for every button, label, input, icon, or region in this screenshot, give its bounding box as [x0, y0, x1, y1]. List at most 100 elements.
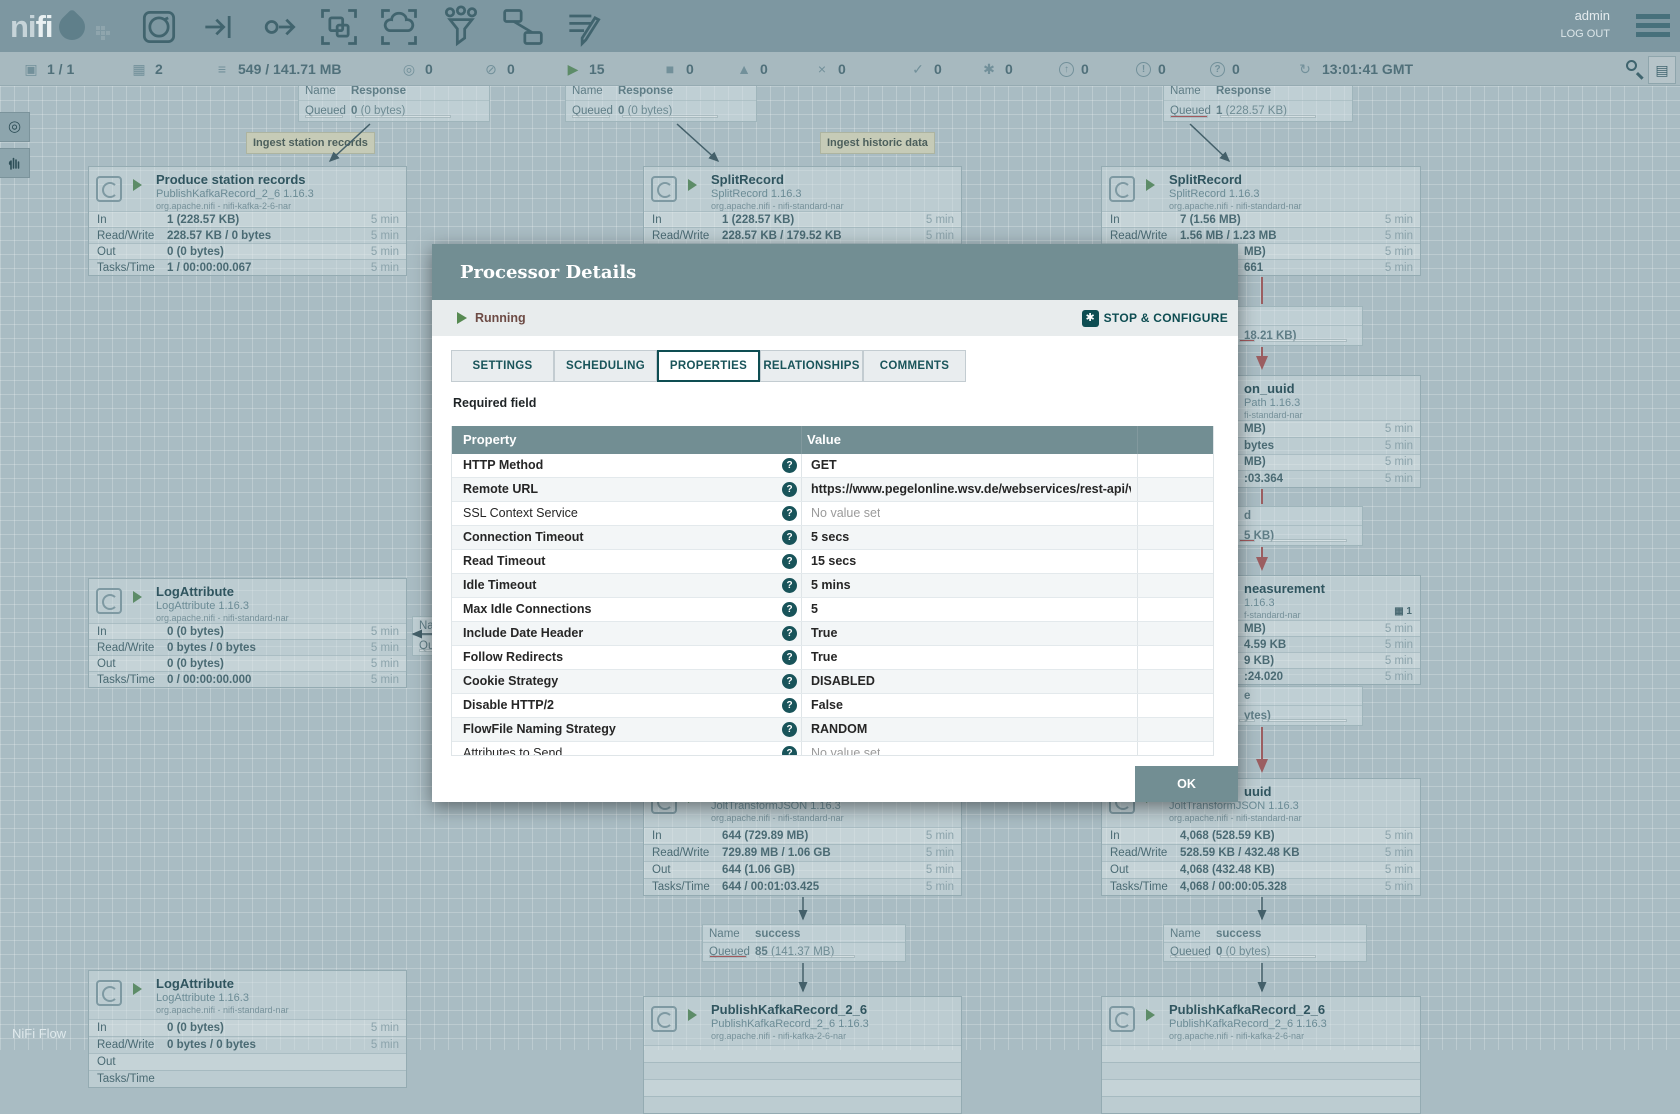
processor-type: PublishKafkaRecord_2_6 1.16.3 — [711, 1018, 869, 1030]
label-icon[interactable] — [562, 5, 606, 49]
search-icon[interactable] — [1624, 58, 1646, 80]
processor-stat-row: Read/Write1.56 MB / 1.23 MB5 min — [1102, 227, 1420, 243]
help-icon[interactable]: ? — [782, 746, 797, 756]
help-icon[interactable]: ? — [782, 626, 797, 641]
status-transmitting: ◎ 0 — [400, 52, 433, 86]
property-value[interactable]: No value set — [811, 506, 880, 520]
cluster-badge: ▦ 1 — [1394, 606, 1412, 617]
logo-dots — [96, 26, 110, 40]
property-value[interactable]: GET — [811, 458, 837, 472]
remote-process-group-icon[interactable] — [377, 5, 421, 49]
up-to-date-icon: ✓ — [909, 61, 927, 78]
status-value: 0 — [1232, 61, 1240, 77]
help-icon[interactable]: ? — [782, 650, 797, 665]
funnel-icon[interactable] — [439, 5, 483, 49]
processor-name: PublishKafkaRecord_2_6 — [1169, 1002, 1325, 1017]
help-icon[interactable]: ? — [782, 674, 797, 689]
help-icon[interactable]: ? — [782, 722, 797, 737]
tab-scheduling[interactable]: SCHEDULING — [554, 350, 657, 382]
status-value: 0 — [838, 61, 846, 77]
status-value: 1 / 1 — [47, 61, 74, 77]
tab-comments[interactable]: COMMENTS — [863, 350, 966, 382]
tab-relationships[interactable]: RELATIONSHIPS — [760, 350, 863, 382]
processor-name: uuid — [1244, 784, 1271, 799]
queued-count-bar — [572, 115, 610, 118]
help-icon[interactable]: ? — [782, 554, 797, 569]
property-name: Include Date Header — [463, 626, 583, 640]
processor-log-attribute-mid[interactable]: LogAttribute LogAttribute 1.16.3 org.apa… — [88, 578, 407, 688]
connection-label-l2[interactable]: NameResponse Queued0 (0 bytes) — [565, 80, 757, 122]
label-ingest-station-records[interactable]: Ingest station records — [246, 132, 375, 154]
run-indicator-icon — [133, 591, 142, 603]
connection-queued-row: Queued85 (141.37 MB) — [703, 943, 905, 961]
property-value[interactable]: No value set — [811, 746, 880, 756]
processor-log-attribute-bottom[interactable]: LogAttribute LogAttribute 1.16.3 org.apa… — [88, 970, 407, 1088]
status-threads: ▦ 2 — [130, 52, 163, 86]
property-value[interactable]: True — [811, 650, 837, 664]
help-icon[interactable]: ? — [782, 458, 797, 473]
ok-button[interactable]: OK — [1135, 766, 1238, 802]
connection-queued-row: Queued0 (0 bytes) — [299, 101, 489, 121]
processor-stat-row: Read/Write0 bytes / 0 bytes5 min — [89, 639, 406, 655]
label-ingest-historic-data[interactable]: Ingest historic data — [820, 132, 935, 154]
property-value[interactable]: False — [811, 698, 843, 712]
not-transmitting-icon: ⊘ — [482, 61, 500, 78]
cluster-icon: ▣ — [22, 61, 40, 78]
processor-publish-kafka-center[interactable]: PublishKafkaRecord_2_6 PublishKafkaRecor… — [643, 996, 962, 1114]
property-value[interactable]: True — [811, 626, 837, 640]
logout-link[interactable]: LOG OUT — [1560, 28, 1610, 40]
status-value: 549 / 141.71 MB — [238, 61, 342, 77]
disabled-icon: × — [813, 61, 831, 77]
connection-label-l3[interactable]: NameResponse Queued1 (228.57 KB) — [1163, 80, 1353, 122]
property-name: Read Timeout — [463, 554, 545, 568]
property-value[interactable]: 5 — [811, 602, 818, 616]
help-icon[interactable]: ? — [782, 602, 797, 617]
processor-icon[interactable] — [137, 5, 181, 49]
property-value[interactable]: DISABLED — [811, 674, 875, 688]
processor-type: 1.16.3 — [1244, 597, 1275, 609]
app-header: nifi admin LOG OUT — [0, 0, 1680, 52]
tab-settings[interactable]: SETTINGS — [451, 350, 554, 382]
help-icon[interactable]: ? — [782, 482, 797, 497]
output-port-icon[interactable] — [257, 5, 301, 49]
navigate-palette-button[interactable]: ◎ — [0, 112, 30, 142]
connection-label-l1[interactable]: NameResponse Queued0 (0 bytes) — [298, 80, 490, 122]
tab-properties[interactable]: PROPERTIES — [657, 350, 760, 382]
connection-label-l4[interactable]: Namesuccess Queued85 (141.37 MB) — [702, 924, 906, 962]
refresh-icon[interactable]: ↻ — [1296, 61, 1314, 78]
property-value[interactable]: RANDOM — [811, 722, 867, 736]
bulletin-board-button[interactable]: ▤ — [1648, 56, 1676, 84]
status-value: 0 — [1081, 61, 1089, 77]
processor-stat-row: In0 (0 bytes)5 min — [89, 1019, 406, 1036]
required-field-label: Required field — [453, 396, 536, 410]
help-icon[interactable]: ? — [782, 698, 797, 713]
help-icon[interactable]: ? — [782, 506, 797, 521]
property-value[interactable]: 5 mins — [811, 578, 851, 592]
operate-palette-button[interactable] — [0, 148, 30, 178]
processor-bundle: org.apache.nifi - nifi-standard-nar — [1169, 813, 1302, 823]
help-icon[interactable]: ? — [782, 578, 797, 593]
process-group-icon[interactable] — [317, 5, 361, 49]
property-row: FlowFile Naming Strategy ? RANDOM — [452, 718, 1213, 742]
global-menu-icon[interactable] — [1636, 14, 1670, 38]
status-value: 0 — [1005, 61, 1013, 77]
input-port-icon[interactable] — [198, 5, 242, 49]
connection-name-row: Namesuccess — [1164, 925, 1366, 943]
queued-size-bar — [355, 115, 451, 118]
locally-modified-icon: ✱ — [980, 61, 998, 78]
processor-produce-station-records[interactable]: Produce station records PublishKafkaReco… — [88, 166, 407, 276]
sync-failure-icon: ? — [1210, 62, 1225, 77]
processor-stat-row: Out4,068 (432.48 KB)5 min — [1102, 861, 1420, 878]
connection-label-l5[interactable]: Namesuccess Queued0 (0 bytes) — [1163, 924, 1367, 962]
property-value[interactable]: 5 secs — [811, 530, 849, 544]
breadcrumb[interactable]: NiFi Flow — [12, 1026, 66, 1041]
processor-name: SplitRecord — [1169, 172, 1242, 187]
stop-and-configure-button[interactable]: ✱ STOP & CONFIGURE — [1082, 310, 1228, 327]
property-value[interactable]: https://www.pegelonline.wsv.de/webservic… — [811, 482, 1131, 496]
status-locally-modified-stale: ! 0 — [1136, 52, 1166, 86]
processor-publish-kafka-right[interactable]: PublishKafkaRecord_2_6 PublishKafkaRecor… — [1101, 996, 1421, 1114]
processor-type: LogAttribute 1.16.3 — [156, 600, 249, 612]
property-value[interactable]: 15 secs — [811, 554, 856, 568]
help-icon[interactable]: ? — [782, 530, 797, 545]
template-icon[interactable] — [501, 5, 545, 49]
